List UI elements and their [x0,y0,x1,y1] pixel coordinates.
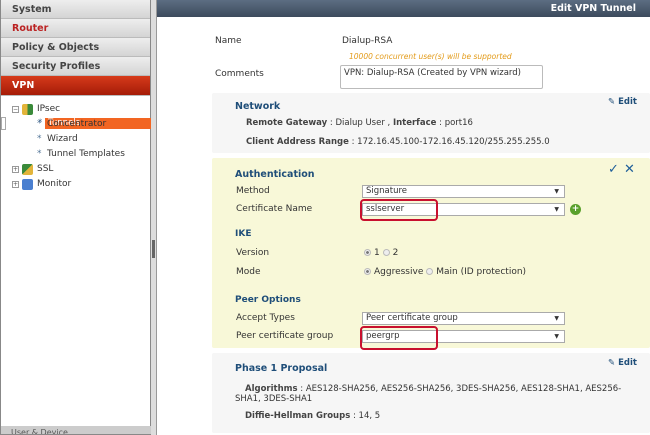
peer-group-label: Peer certificate group [236,331,334,341]
phase1-panel: Phase 1 Proposal ✎ Edit Algorithms : AES… [212,353,650,433]
vpn-tree: − IPsec * Tunnels * Concentrator * Wizard * T… [1,96,151,192]
tree-ipsec[interactable]: − IPsec [1,102,150,117]
algorithms-row: Algorithms : AES128-SHA256, AES256-SHA25… [235,384,622,404]
mode-aggressive-label: Aggressive [374,267,424,277]
method-value: Signature [366,186,408,196]
sidebar-splitter[interactable] [151,0,157,435]
remote-gateway-row: Remote Gateway : Dialup User , Interface… [246,118,473,128]
nav-security-profiles[interactable]: Security Profiles [1,57,150,76]
mode-main-radio[interactable] [426,268,434,275]
version-radio-group: 1 2 [364,248,398,258]
version-1-radio[interactable] [364,249,371,256]
certificate-name-label: Certificate Name [236,204,313,214]
peer-group-highlight [360,326,438,350]
bullet-icon: * [37,134,42,144]
ipsec-icon [22,104,33,115]
tree-label: SSL [37,164,54,174]
ike-title: IKE [235,229,252,239]
page-title: Edit VPN Tunnel [157,0,650,17]
grip-icon [152,240,155,258]
network-panel: Network ✎ Edit Remote Gateway : Dialup U… [212,93,650,153]
interface-label: Interface [392,118,437,128]
mode-label: Mode [236,267,261,277]
mode-main-label: Main (ID protection) [436,267,527,277]
accept-types-value: Peer certificate group [366,313,458,323]
tree-item-wizard[interactable]: * Wizard [1,132,150,147]
dropdown-arrow-icon: ▼ [554,188,559,195]
accept-types-label: Accept Types [236,313,295,323]
certificate-highlight [360,199,438,221]
version-label: Version [236,248,270,258]
algorithms-label: Algorithms [245,384,298,394]
version-2-radio[interactable] [382,249,390,256]
dropdown-arrow-icon: ▼ [554,315,559,322]
bullet-icon: * [37,119,42,129]
tree-label: Wizard [47,134,78,144]
tree-item-tunnel-templates[interactable]: * Tunnel Templates [1,147,150,162]
edit-label: Edit [618,97,637,107]
cancel-icon[interactable]: ✕ [624,162,635,177]
ssl-icon [22,164,33,175]
method-label: Method [236,186,270,196]
nav-vpn[interactable]: VPN [1,76,150,96]
tree-item-concentrator[interactable]: * Concentrator [1,117,150,132]
remote-gateway-label: Remote Gateway [246,118,328,128]
tree-label: Concentrator [47,119,107,129]
mode-radio-group: Aggressive Main (ID protection) [364,267,526,277]
sidebar: System Router Policy & Objects Security … [0,0,151,435]
dh-label: Diffie-Hellman Groups [245,411,351,421]
collapse-icon[interactable]: − [12,106,19,113]
tree-label: Monitor [37,179,72,189]
nav-system[interactable]: System [1,0,150,19]
nav-policy-objects[interactable]: Policy & Objects [1,38,150,57]
version-1-label: 1 [374,248,380,258]
comments-label: Comments [215,69,264,79]
network-title: Network [235,101,281,112]
phase1-title: Phase 1 Proposal [235,363,328,374]
comments-textarea[interactable]: VPN: Dialup-RSA (Created by VPN wizard) [340,65,543,89]
name-label: Name [215,36,242,46]
add-certificate-icon[interactable]: + [570,204,581,215]
auth-title: Authentication [235,169,315,180]
monitor-icon [22,179,33,190]
phase1-edit-button[interactable]: ✎ Edit [608,358,637,368]
tree-label: IPsec [37,104,61,114]
expand-icon[interactable]: + [12,166,19,173]
concurrent-users-notice: 10000 concurrent user(s) will be support… [349,52,512,61]
nav-router[interactable]: Router [1,19,150,38]
interface-value: port16 [444,118,473,128]
dh-row: Diffie-Hellman Groups : 14, 5 [245,411,381,421]
authentication-panel: Authentication ✓ ✕ Method Signature ▼ Cer… [212,158,650,350]
name-value[interactable]: Dialup-RSA [342,36,392,46]
method-select[interactable]: Signature ▼ [362,185,565,198]
dropdown-arrow-icon: ▼ [554,206,559,213]
tree-ssl[interactable]: + SSL [1,162,150,177]
client-range-row: Client Address Range : 172.16.45.100-172… [246,137,550,147]
remote-gateway-value: Dialup User [335,118,385,128]
bullet-icon: * [37,149,42,159]
client-range-label: Client Address Range [246,137,349,147]
version-2-label: 2 [392,248,399,258]
dh-value: 14, 5 [358,411,381,421]
nav-user-device[interactable]: User & Device [1,426,151,434]
network-edit-button[interactable]: ✎ Edit [608,97,637,107]
tree-monitor[interactable]: + Monitor [1,177,150,192]
dropdown-arrow-icon: ▼ [554,333,559,340]
confirm-icon[interactable]: ✓ [608,162,619,177]
tree-label: Tunnel Templates [47,149,125,159]
peer-options-title: Peer Options [235,295,301,305]
accept-types-select[interactable]: Peer certificate group ▼ [362,312,565,325]
mode-aggressive-radio[interactable] [364,268,371,275]
expand-icon[interactable]: + [12,181,19,188]
edit-label: Edit [618,358,637,368]
client-range-value: 172.16.45.100-172.16.45.120/255.255.255.… [357,137,550,147]
